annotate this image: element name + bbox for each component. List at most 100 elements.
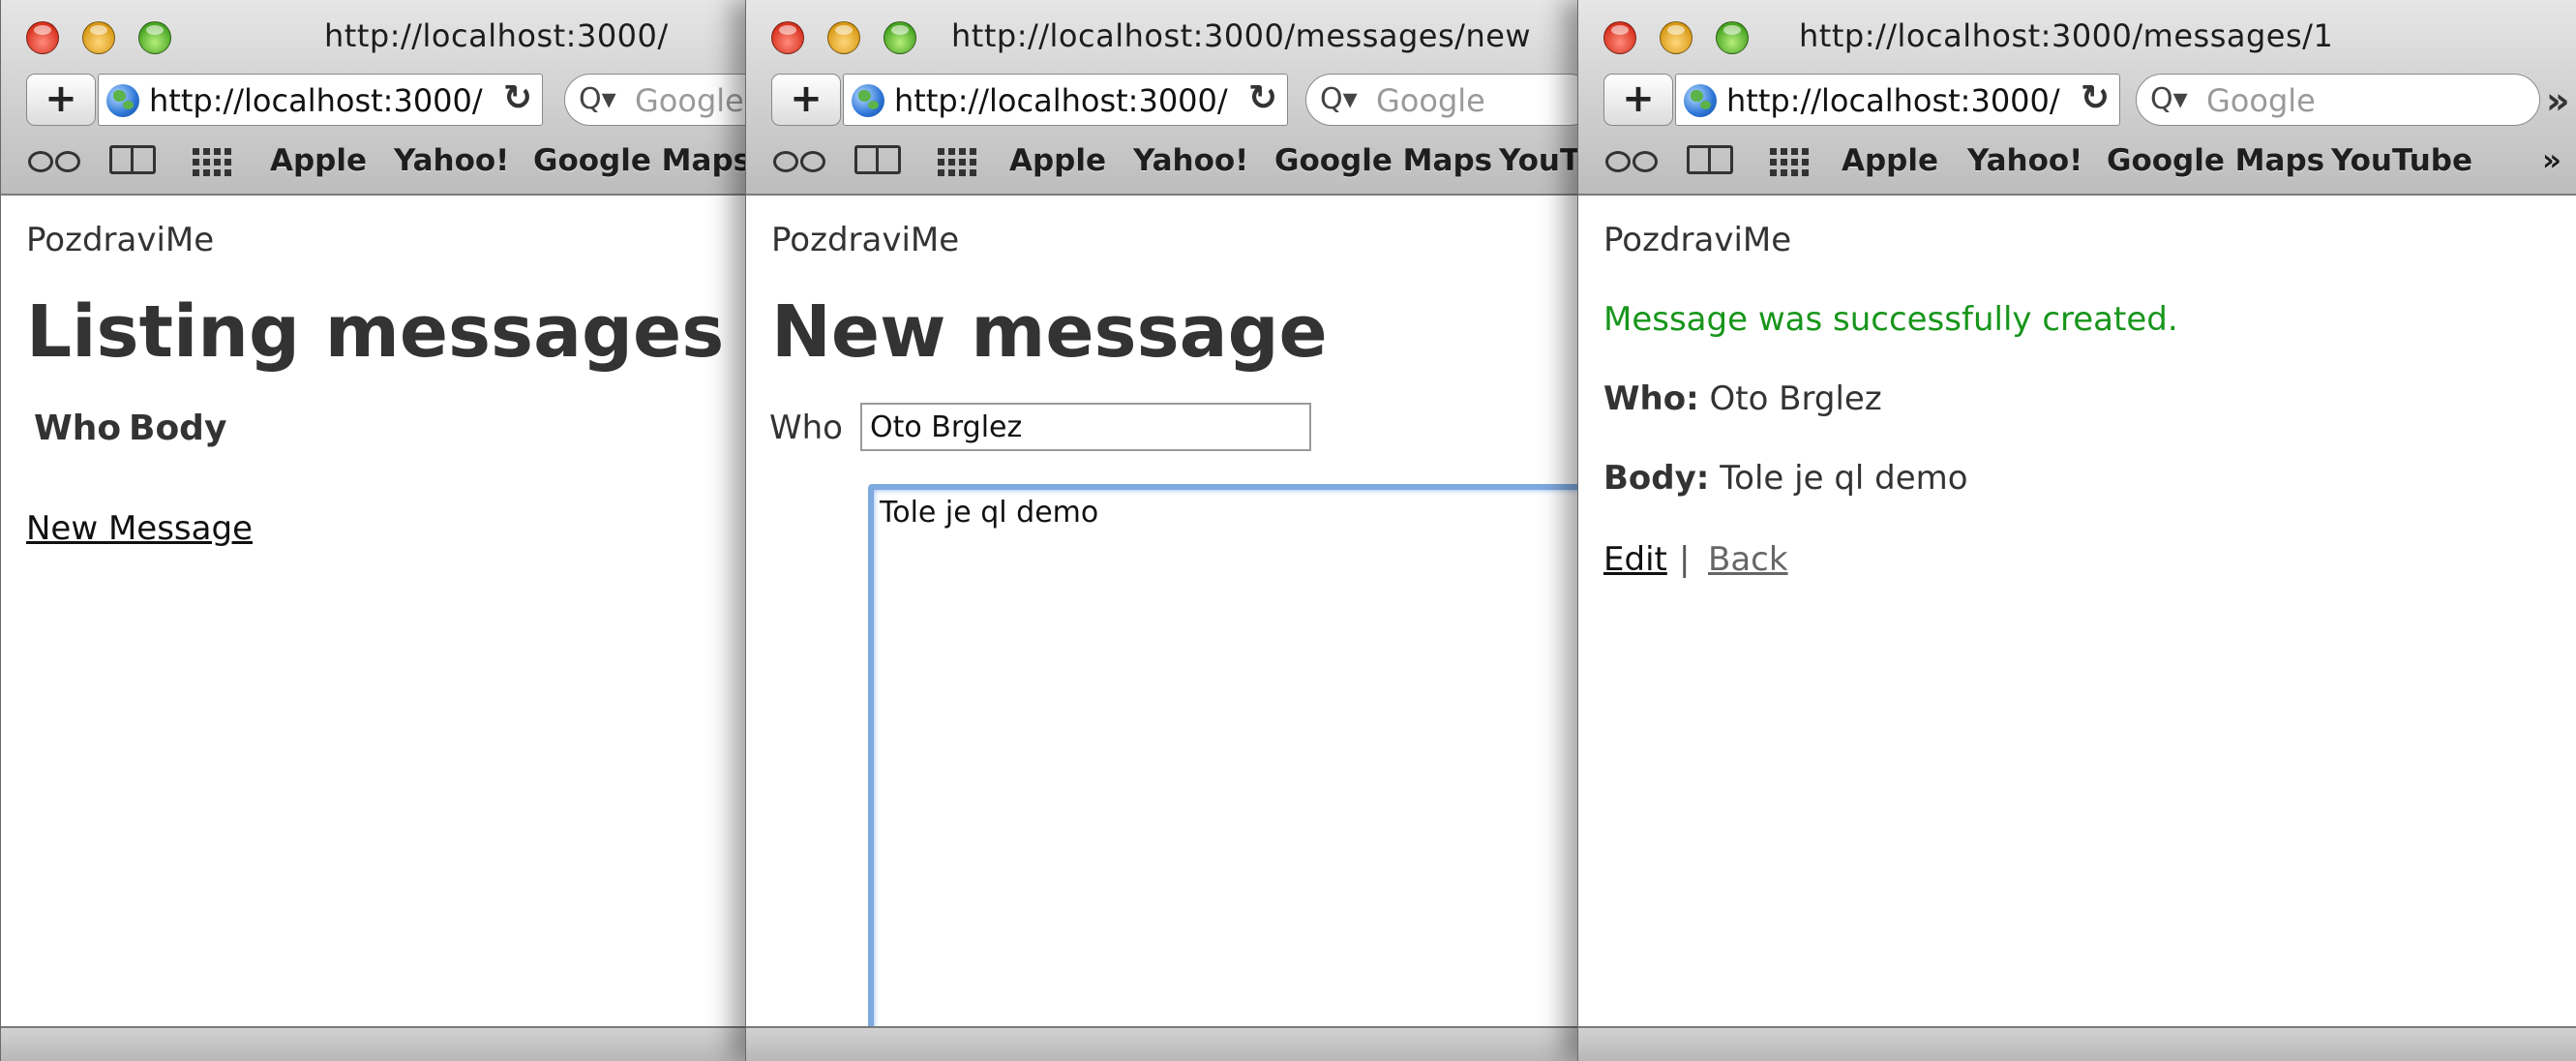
address-text: http://localhost:3000/: [1726, 82, 2060, 119]
browser-window-show-message: http://localhost:3000/messages/1 + http:…: [1577, 0, 2576, 1061]
add-bookmark-button[interactable]: +: [26, 74, 96, 126]
bookmark-yahoo[interactable]: Yahoo!: [394, 143, 509, 178]
reading-list-icon[interactable]: [26, 147, 82, 172]
page-content: PozdraviMe New message Who Oto Brglez To…: [746, 196, 1577, 1061]
search-field[interactable]: Q▾ Google: [564, 74, 745, 126]
who-label: Who:: [1603, 379, 1699, 418]
search-icon: Q▾: [1320, 82, 1358, 116]
browser-window-new-message: http://localhost:3000/messages/new + htt…: [745, 0, 1577, 1061]
site-name: PozdraviMe: [26, 221, 215, 259]
reload-icon[interactable]: ↻: [2081, 78, 2110, 118]
search-placeholder: Google: [2206, 82, 2316, 119]
status-bar: [1, 1026, 745, 1061]
browser-window-listing: http://localhost:3000/ + http://localhos…: [0, 0, 745, 1061]
title-bar: http://localhost:3000/messages/1: [1578, 0, 2576, 74]
reading-list-icon[interactable]: [771, 147, 827, 172]
column-header-body: Body: [129, 409, 227, 448]
title-bar: http://localhost:3000/messages/new: [746, 0, 1577, 74]
site-name: PozdraviMe: [771, 221, 960, 259]
add-bookmark-button[interactable]: +: [771, 74, 841, 126]
browser-chrome: http://localhost:3000/ + http://localhos…: [1, 0, 745, 196]
bookmarks-bar: Apple Yahoo! Google Maps YouTube »: [1578, 130, 2576, 194]
search-field[interactable]: Q▾ Google: [2136, 74, 2540, 126]
search-icon: Q▾: [579, 82, 616, 116]
top-sites-grid-icon[interactable]: [193, 145, 233, 176]
browser-chrome: http://localhost:3000/messages/new + htt…: [746, 0, 1577, 196]
toolbar-overflow-icon[interactable]: »: [2546, 79, 2570, 122]
close-icon[interactable]: [26, 21, 59, 54]
bookmark-google-maps[interactable]: Google Maps: [1274, 143, 1492, 178]
window-title: http://localhost:3000/: [324, 17, 669, 54]
back-link[interactable]: Back: [1708, 540, 1788, 579]
title-bar: http://localhost:3000/: [1, 0, 745, 74]
window-title: http://localhost:3000/messages/1: [1799, 17, 2334, 54]
bookmark-google-maps[interactable]: Google Maps: [2107, 143, 2324, 178]
bookmark-apple[interactable]: Apple: [1842, 143, 1938, 178]
minimize-icon[interactable]: [1660, 21, 1692, 54]
page-title: Listing messages: [26, 290, 725, 374]
address-bar[interactable]: http://localhost:3000/ ↻: [843, 74, 1288, 126]
who-input[interactable]: Oto Brglez: [860, 403, 1311, 451]
search-placeholder: Google: [1376, 82, 1485, 119]
top-sites-grid-icon[interactable]: [938, 145, 978, 176]
body-field: Body: Tole je ql demo: [1603, 459, 1968, 498]
bookmark-yahoo[interactable]: Yahoo!: [1967, 143, 2082, 178]
add-bookmark-button[interactable]: +: [1603, 74, 1673, 126]
column-header-who: Who: [34, 409, 122, 448]
top-sites-grid-icon[interactable]: [1770, 145, 1811, 176]
edit-link[interactable]: Edit: [1603, 540, 1667, 579]
close-icon[interactable]: [771, 21, 804, 54]
bookmark-apple[interactable]: Apple: [1009, 143, 1106, 178]
who-field: Who: Oto Brglez: [1603, 379, 1882, 418]
bookmark-apple[interactable]: Apple: [270, 143, 367, 178]
globe-icon: [1684, 84, 1717, 117]
zoom-icon[interactable]: [1716, 21, 1749, 54]
status-bar: [746, 1026, 1577, 1061]
window-title: http://localhost:3000/messages/new: [951, 17, 1532, 54]
bookmark-yahoo[interactable]: Yahoo!: [1133, 143, 1248, 178]
link-separator: |: [1679, 540, 1691, 579]
globe-icon: [852, 84, 884, 117]
toolbar: + http://localhost:3000/ ↻ Q▾ Google: [746, 74, 1577, 130]
address-text: http://localhost:3000/: [894, 82, 1228, 119]
address-text: http://localhost:3000/: [149, 82, 483, 119]
browser-chrome: http://localhost:3000/messages/1 + http:…: [1578, 0, 2576, 196]
bookmarks-bar: Apple Yahoo! Google Maps: [1, 130, 745, 194]
body-label: Body:: [1603, 459, 1710, 498]
flash-notice: Message was successfully created.: [1603, 300, 2178, 339]
page-title: New message: [771, 290, 1328, 374]
site-name: PozdraviMe: [1603, 221, 1792, 259]
bookmark-youtube[interactable]: YouTube: [2331, 143, 2472, 178]
body-value: Tole je ql demo: [1720, 459, 1968, 498]
who-value: Oto Brglez: [1709, 379, 1882, 418]
minimize-icon[interactable]: [827, 21, 860, 54]
reload-icon[interactable]: ↻: [503, 78, 532, 118]
status-bar: [1578, 1026, 2576, 1061]
bookmarks-book-icon[interactable]: [109, 145, 156, 174]
bookmarks-overflow-icon[interactable]: »: [2542, 143, 2561, 178]
reading-list-icon[interactable]: [1603, 147, 1660, 172]
minimize-icon[interactable]: [82, 21, 115, 54]
bookmark-youtube[interactable]: YouT: [1499, 143, 1577, 178]
toolbar: + http://localhost:3000/ ↻ Q▾ Google: [1, 74, 745, 130]
who-label: Who: [769, 409, 843, 447]
zoom-icon[interactable]: [884, 21, 916, 54]
body-textarea[interactable]: Tole je ql demo: [868, 484, 1577, 1061]
search-icon: Q▾: [2150, 82, 2188, 116]
page-content: PozdraviMe Listing messages Who Body New…: [1, 196, 745, 1026]
new-message-link[interactable]: New Message: [26, 509, 253, 548]
bookmarks-bar: Apple Yahoo! Google Maps YouT: [746, 130, 1577, 194]
toolbar: + http://localhost:3000/ ↻ Q▾ Google »: [1578, 74, 2576, 130]
bookmarks-book-icon[interactable]: [854, 145, 901, 174]
search-placeholder: Google: [635, 82, 744, 119]
reload-icon[interactable]: ↻: [1248, 78, 1277, 118]
close-icon[interactable]: [1603, 21, 1636, 54]
bookmark-google-maps[interactable]: Google Maps: [533, 143, 745, 178]
search-field[interactable]: Q▾ Google: [1305, 74, 1577, 126]
page-content: PozdraviMe Message was successfully crea…: [1578, 196, 2576, 1026]
globe-icon: [106, 84, 139, 117]
address-bar[interactable]: http://localhost:3000/ ↻: [1675, 74, 2120, 126]
zoom-icon[interactable]: [138, 21, 171, 54]
address-bar[interactable]: http://localhost:3000/ ↻: [98, 74, 543, 126]
bookmarks-book-icon[interactable]: [1687, 145, 1733, 174]
